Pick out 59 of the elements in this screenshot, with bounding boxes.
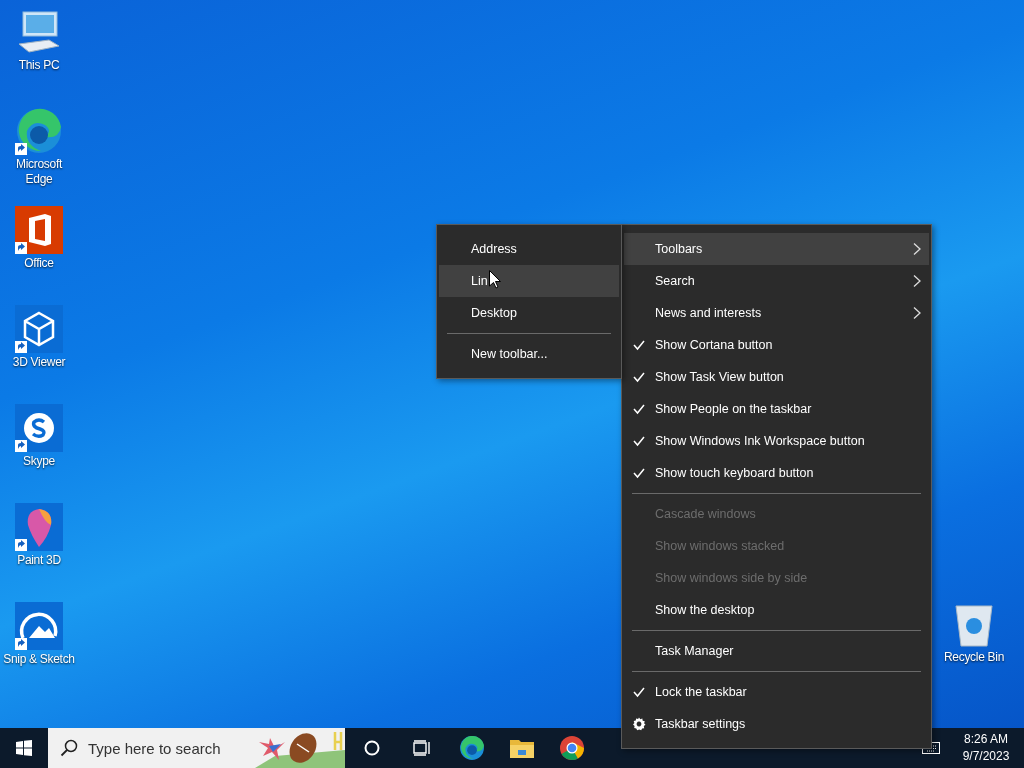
menu-item[interactable]: Lin: [439, 265, 619, 297]
chevron-right-icon: [913, 307, 921, 319]
settings-icon: [632, 717, 646, 731]
task-view-icon: [413, 740, 431, 756]
search-placeholder: Type here to search: [88, 739, 221, 757]
desktop-icon-label: Skype: [23, 454, 55, 469]
edge-logo-icon: [459, 735, 485, 761]
desktop-icon-label: Recycle Bin: [942, 650, 1006, 665]
mouse-cursor-icon: [489, 270, 501, 289]
shortcut-arrow-icon: [15, 143, 27, 155]
shortcut-arrow-icon: [15, 638, 27, 650]
menu-item[interactable]: News and interests: [624, 297, 929, 329]
menu-item[interactable]: Show Cortana button: [624, 329, 929, 361]
checkmark-icon: [632, 466, 646, 480]
windows-logo-icon: [16, 740, 32, 756]
edge-logo-icon: [15, 107, 63, 155]
office-logo-icon: [15, 206, 63, 254]
menu-item[interactable]: New toolbar...: [439, 338, 619, 370]
chevron-right-icon: [913, 243, 921, 255]
clock[interactable]: 8:26 AM 9/7/2023: [948, 731, 1024, 765]
menu-item[interactable]: Show Windows Ink Workspace button: [624, 425, 929, 457]
menu-item[interactable]: Taskbar settings: [624, 708, 929, 740]
menu-item[interactable]: Lock the taskbar: [624, 676, 929, 708]
checkmark-icon: [632, 370, 646, 384]
desktop-icon-label: This PC: [18, 58, 60, 73]
menu-item[interactable]: Search: [624, 265, 929, 297]
menu-item[interactable]: Show touch keyboard button: [624, 457, 929, 489]
shortcut-arrow-icon: [15, 341, 27, 353]
menu-item[interactable]: Desktop: [439, 297, 619, 329]
skype-logo-icon: [15, 404, 63, 452]
search-field[interactable]: Type here to search: [48, 728, 345, 768]
clock-time: 8:26 AM: [964, 731, 1008, 748]
menu-item[interactable]: Task Manager: [624, 635, 929, 667]
search-icon: [60, 739, 78, 757]
cube-icon: [15, 305, 63, 353]
menu-item[interactable]: Show Task View button: [624, 361, 929, 393]
chrome-logo-icon: [559, 735, 585, 761]
desktop-icon-label: 3D Viewer: [12, 355, 66, 370]
folder-icon: [510, 737, 534, 759]
desktop-icon-label: Paint 3D: [17, 553, 61, 568]
desktop-icon-label: Office: [24, 256, 54, 271]
checkmark-icon: [632, 434, 646, 448]
pen-mountain-icon: [15, 602, 63, 650]
paint-drop-icon: [15, 503, 63, 551]
checkmark-icon: [632, 402, 646, 416]
chevron-right-icon: [913, 275, 921, 287]
desktop-icon-label: Snip & Sketch: [3, 652, 75, 667]
menu-item[interactable]: Address: [439, 233, 619, 265]
checkmark-icon: [632, 338, 646, 352]
shortcut-arrow-icon: [15, 539, 27, 551]
menu-item[interactable]: Toolbars: [624, 233, 929, 265]
shortcut-arrow-icon: [15, 440, 27, 452]
clock-date: 9/7/2023: [962, 748, 1010, 765]
menu-item[interactable]: Show People on the taskbar: [624, 393, 929, 425]
desktop-icon-label: Microsoft Edge: [15, 157, 64, 187]
shortcut-arrow-icon: [15, 242, 27, 254]
menu-item[interactable]: Show the desktop: [624, 594, 929, 626]
circle-icon: [364, 740, 380, 756]
checkmark-icon: [632, 685, 646, 699]
